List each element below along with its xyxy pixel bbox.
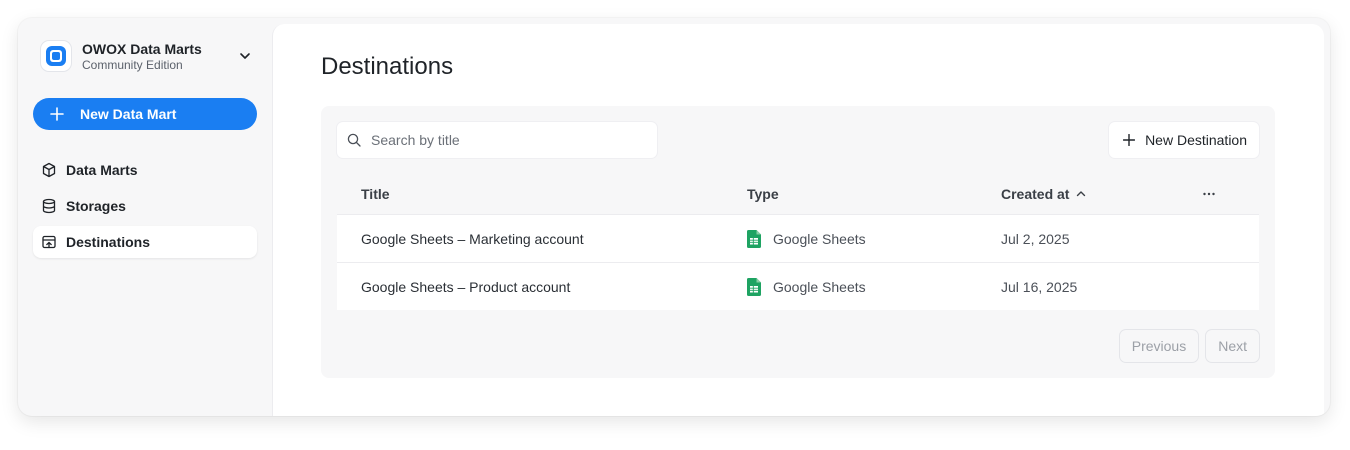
- pagination: Previous Next: [1119, 330, 1259, 362]
- sidebar-item-data-marts[interactable]: Data Marts: [33, 154, 257, 186]
- row-type-label: Google Sheets: [773, 278, 866, 295]
- destinations-panel: New Destination Title Type Created at: [321, 106, 1275, 378]
- column-header-type[interactable]: Type: [747, 186, 1001, 202]
- row-type: Google Sheets: [747, 229, 1001, 248]
- database-icon: [42, 198, 56, 214]
- new-destination-button[interactable]: New Destination: [1109, 122, 1259, 158]
- cube-icon: [42, 162, 56, 178]
- app-window: OWOX Data Marts Community Edition New Da…: [18, 18, 1330, 416]
- chevron-down-icon[interactable]: [237, 48, 253, 64]
- sidebar: OWOX Data Marts Community Edition New Da…: [18, 18, 272, 416]
- row-type: Google Sheets: [747, 277, 1001, 296]
- new-data-mart-label: New Data Mart: [80, 106, 177, 122]
- sidebar-item-label: Data Marts: [66, 162, 138, 178]
- row-created-at: Jul 16, 2025: [1001, 279, 1201, 295]
- new-data-mart-button[interactable]: New Data Mart: [33, 98, 257, 130]
- column-actions: [1201, 186, 1259, 202]
- column-header-created-at-label: Created at: [1001, 186, 1070, 202]
- column-header-title[interactable]: Title: [337, 186, 747, 202]
- sidebar-nav: Data Marts Storages Destinations: [33, 154, 257, 258]
- table-row[interactable]: Google Sheets – Product account Google S…: [337, 262, 1259, 310]
- table-header: Title Type Created at: [337, 174, 1259, 214]
- sort-ascending-icon: [1077, 191, 1086, 197]
- next-page-button[interactable]: Next: [1206, 330, 1259, 362]
- row-title: Google Sheets – Product account: [361, 278, 571, 295]
- page-title: Destinations: [321, 53, 454, 80]
- column-header-type-label: Type: [747, 186, 779, 202]
- toolbar: New Destination: [337, 122, 1259, 158]
- search-box[interactable]: [337, 122, 657, 158]
- sidebar-item-destinations[interactable]: Destinations: [33, 226, 257, 258]
- new-destination-label: New Destination: [1145, 132, 1247, 148]
- row-created-at: Jul 2, 2025: [1001, 231, 1201, 247]
- search-input[interactable]: [371, 132, 641, 148]
- sidebar-item-storages[interactable]: Storages: [33, 190, 257, 222]
- destinations-table: Title Type Created at Google Sheets – Ma…: [337, 174, 1259, 310]
- search-icon: [347, 133, 361, 147]
- column-header-created-at[interactable]: Created at: [1001, 186, 1201, 202]
- google-sheets-icon: [747, 229, 761, 248]
- previous-page-button[interactable]: Previous: [1119, 330, 1199, 362]
- destination-icon: [42, 235, 56, 249]
- google-sheets-icon: [747, 277, 761, 296]
- plus-icon: [1123, 134, 1136, 146]
- brand-name: OWOX Data Marts: [82, 40, 202, 57]
- workspace-switcher[interactable]: OWOX Data Marts Community Edition: [33, 38, 257, 74]
- sidebar-item-label: Destinations: [66, 234, 151, 250]
- main-content: Destinations New Destination: [272, 24, 1324, 416]
- owox-logo-icon: [41, 41, 71, 71]
- row-type-label: Google Sheets: [773, 230, 866, 247]
- sidebar-item-label: Storages: [66, 198, 126, 214]
- row-created-at-label: Jul 16, 2025: [1001, 278, 1078, 295]
- more-horizontal-icon[interactable]: [1201, 186, 1217, 202]
- brand-text: OWOX Data Marts Community Edition: [82, 41, 237, 72]
- row-created-at-label: Jul 2, 2025: [1001, 230, 1070, 247]
- row-title: Google Sheets – Marketing account: [361, 230, 584, 247]
- table-row[interactable]: Google Sheets – Marketing account Google…: [337, 214, 1259, 262]
- plus-icon: [50, 107, 64, 121]
- brand-edition: Community Edition: [82, 57, 183, 72]
